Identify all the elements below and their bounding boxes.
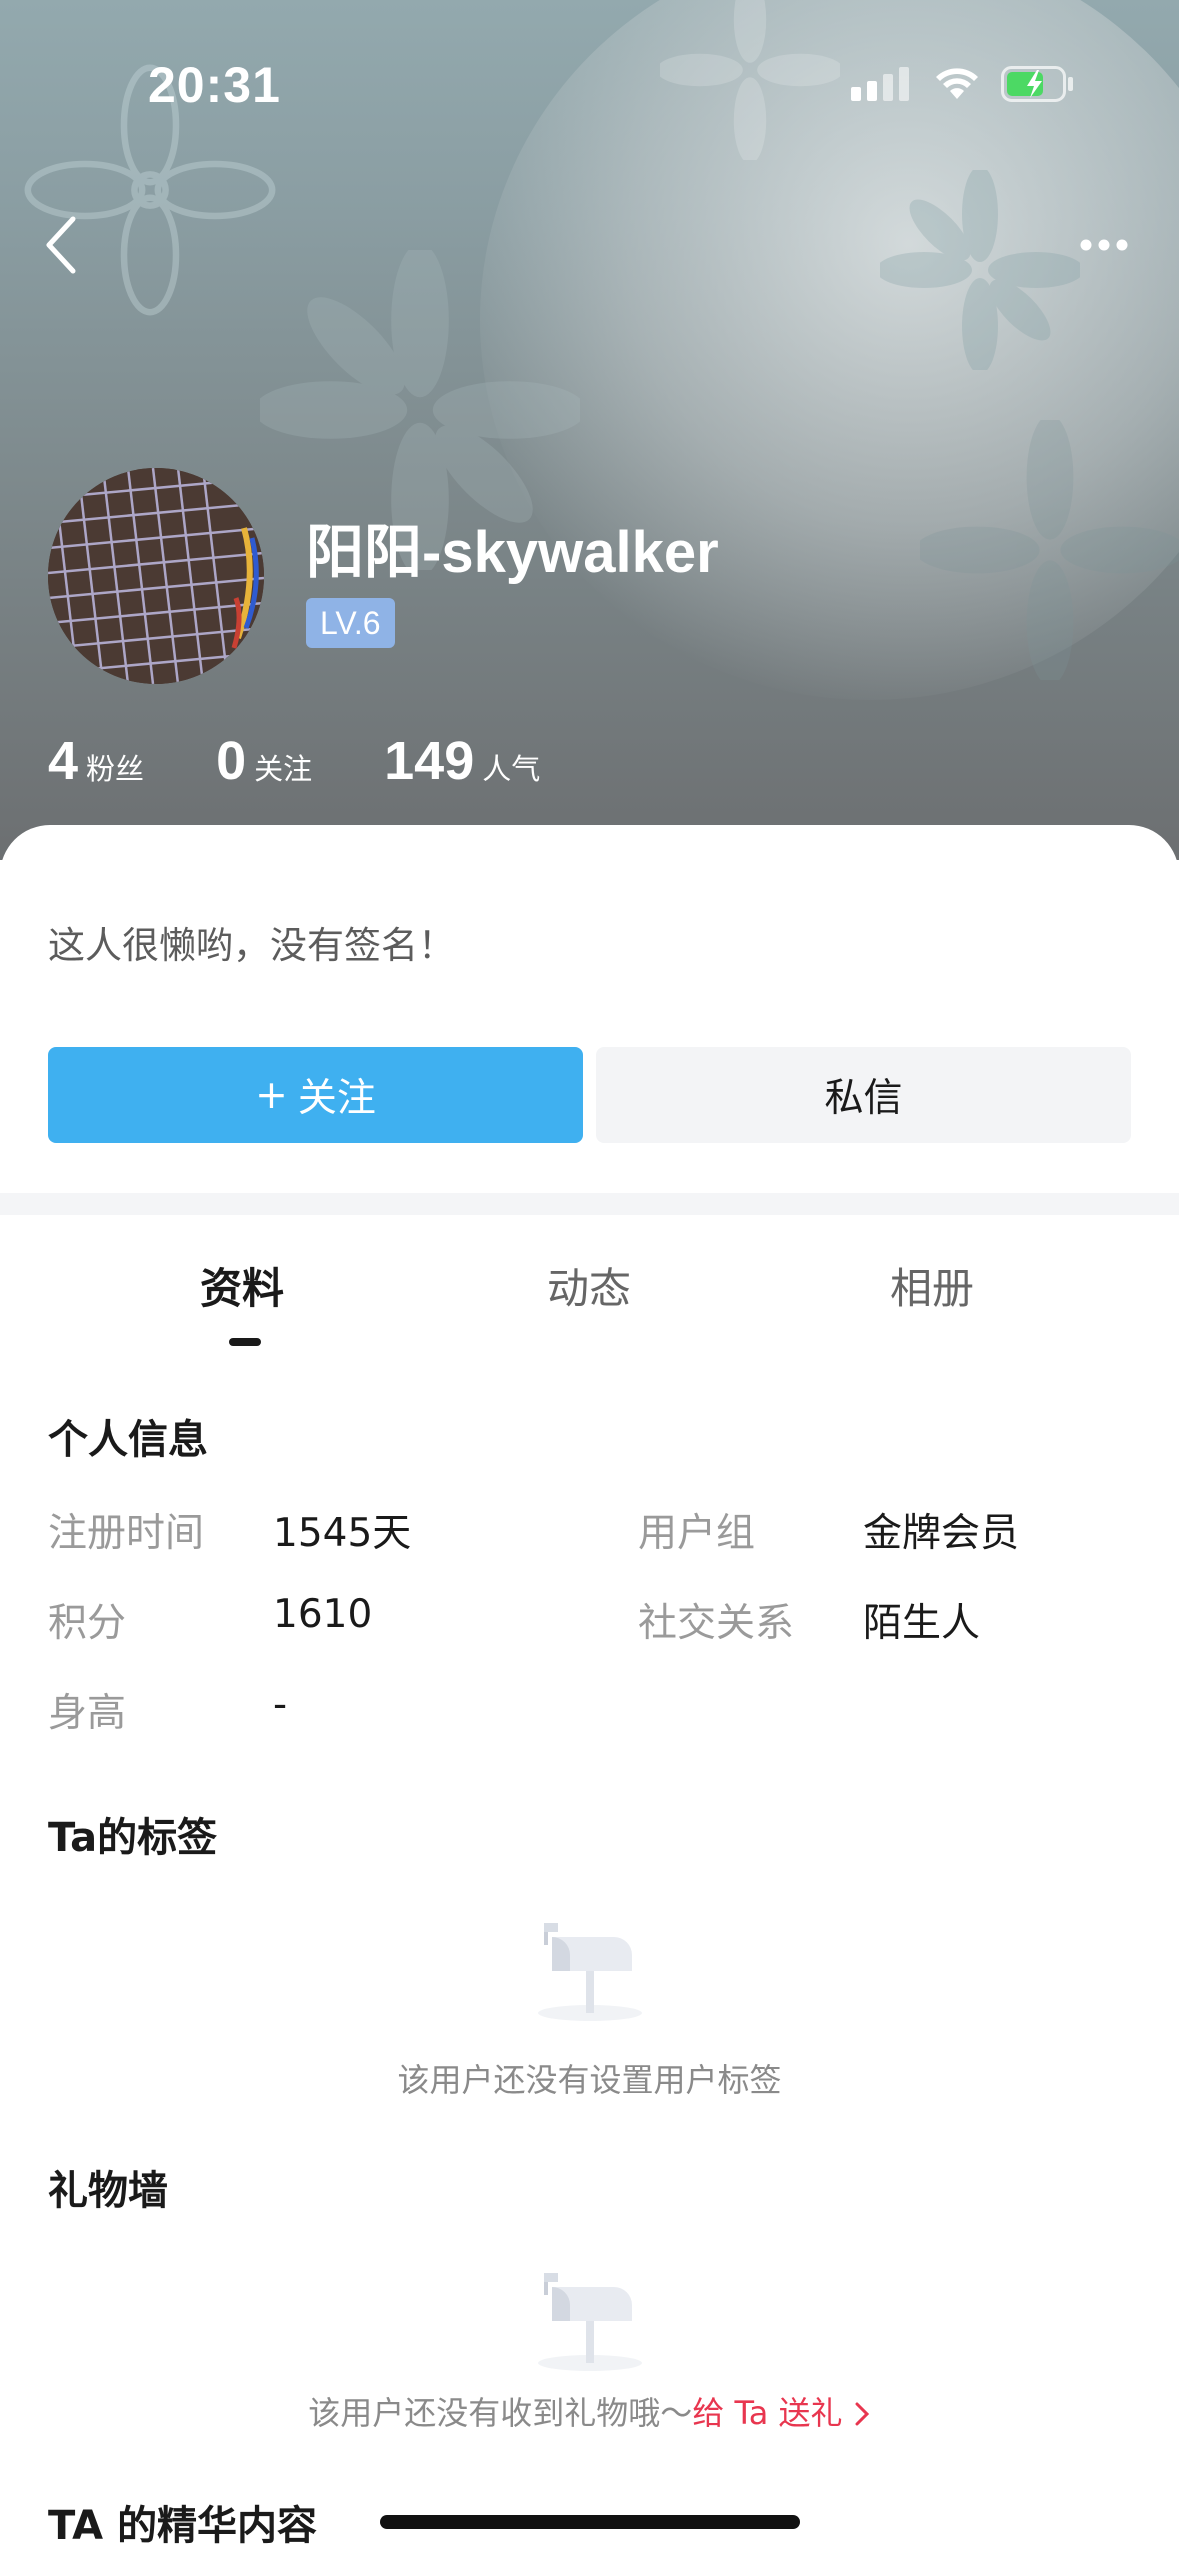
gift-empty-text: 该用户还没有收到礼物哦～ [308,2394,693,2432]
tags-section-title: Ta的标签 [48,1815,218,1861]
stat-label: 人气 [482,752,541,786]
stat-fans[interactable]: 4 粉丝 [48,730,144,792]
points-value: 1610 [273,1592,373,1637]
register-time-value: 1545天 [273,1511,412,1556]
stat-value: 4 [48,731,79,791]
plus-icon: + [255,1072,288,1118]
chevron-right-icon [855,2402,869,2426]
tags-empty-message: 该用户还没有设置用户标签 [397,2061,782,2099]
follow-button[interactable]: + 关注 [48,1047,583,1143]
gift-wall-title: 礼物墙 [48,2168,168,2214]
social-relation-label: 社交关系 [638,1601,795,1646]
tab-activity[interactable]: 动态 [547,1255,631,1316]
stat-value: 0 [216,731,247,791]
info-row: 注册时间 1545天 用户组 金牌会员 [48,1502,1148,1562]
height-value: - [273,1682,288,1727]
social-relation-value: 陌生人 [863,1601,981,1646]
user-signature: 这人很懒哟，没有签名！ [48,924,455,967]
send-gift-link[interactable]: 给 Ta 送礼 [692,2394,870,2432]
floral-pattern [920,420,1179,680]
home-indicator[interactable] [380,2515,800,2529]
profile-header-background: 20:31 阳阳-skywalker LV.6 4 粉丝 0 关注 149 人气 [0,0,1179,860]
level-badge: LV.6 [306,598,395,648]
battery-charging-icon [1001,66,1075,106]
stat-label: 关注 [254,752,313,786]
follow-button-label: 关注 [297,1076,376,1121]
avatar[interactable] [48,468,264,684]
stat-label: 粉丝 [86,752,145,786]
tab-profile-info[interactable]: 资料 [200,1255,284,1316]
stat-value: 149 [384,731,475,791]
profile-content-card: 这人很懒哟，没有签名！ + 关注 私信 资料 动态 相册 个人信息 注册时间 1… [0,825,1179,2556]
empty-mailbox-icon [530,1915,650,2029]
height-label: 身高 [48,1691,127,1736]
points-label: 积分 [48,1601,127,1646]
info-row: 积分 1610 社交关系 陌生人 [48,1592,1148,1652]
info-row: 身高 - [48,1682,1148,1742]
stat-following[interactable]: 0 关注 [216,730,312,792]
personal-info-title: 个人信息 [48,1417,208,1463]
register-time-label: 注册时间 [48,1511,205,1556]
stat-popularity: 149 人气 [384,730,540,792]
more-dots-icon [1080,239,1128,251]
more-options-button[interactable] [1069,215,1139,275]
gift-empty-message: 该用户还没有收到礼物哦～给 Ta 送礼 [0,2388,1179,2434]
wifi-icon [935,67,979,105]
send-gift-label: 给 Ta 送礼 [692,2394,843,2432]
floral-pattern [880,170,1080,370]
status-icons [851,66,1075,106]
status-time: 20:31 [148,57,281,113]
user-group-label: 用户组 [638,1511,756,1556]
back-button[interactable] [30,205,90,285]
user-group-value: 金牌会员 [863,1511,1020,1556]
avatar-image [48,468,264,684]
floral-pattern [660,0,840,160]
empty-mailbox-icon [530,2265,650,2379]
username: 阳阳-skywalker [306,520,719,585]
message-button[interactable]: 私信 [596,1047,1131,1143]
chevron-left-icon [46,216,76,274]
message-button-label: 私信 [824,1076,903,1121]
cellular-signal-icon [851,67,913,105]
tab-album[interactable]: 相册 [890,1255,974,1316]
profile-stats: 4 粉丝 0 关注 149 人气 [48,730,612,792]
section-divider [0,1193,1179,1215]
featured-content-title: TA 的精华内容 [48,2503,318,2549]
profile-tabs: 资料 动态 相册 [0,1255,1179,1355]
active-tab-indicator [229,1338,261,1346]
